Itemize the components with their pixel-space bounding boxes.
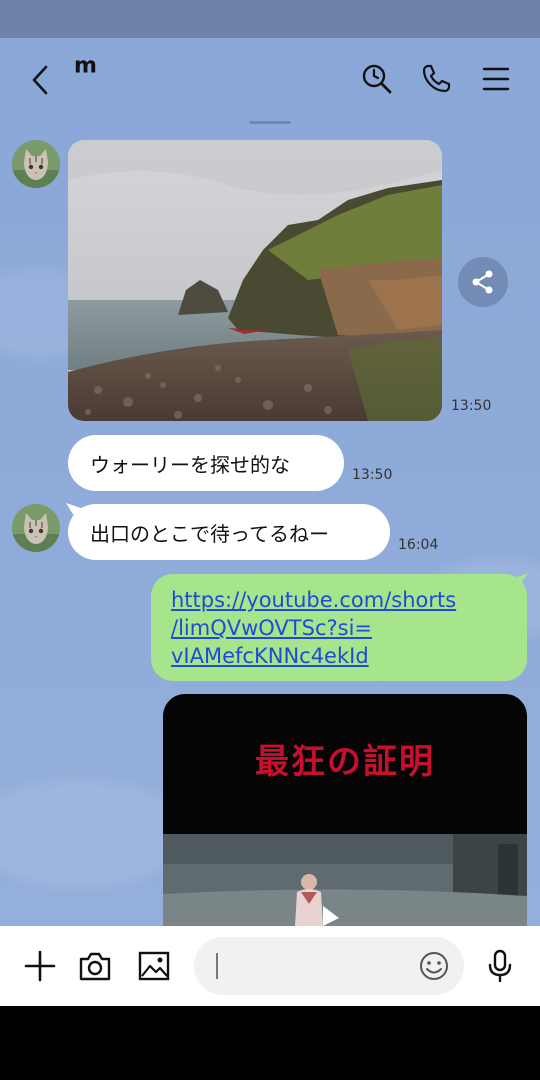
phone-icon[interactable] <box>420 63 452 95</box>
menu-icon[interactable] <box>480 63 512 95</box>
back-chevron-icon[interactable] <box>28 64 52 96</box>
cat-avatar-icon <box>12 504 60 552</box>
video-preview[interactable]: 最狂の証明 <box>163 694 527 926</box>
chat-title: m <box>74 53 97 79</box>
message-bubble[interactable]: 出口のとこで待ってるねー <box>68 504 390 560</box>
avatar[interactable] <box>12 140 60 188</box>
video-thumbnail <box>163 834 527 926</box>
video-title: 最狂の証明 <box>255 742 435 782</box>
timestamp: 16:04 <box>398 537 439 553</box>
link-message[interactable]: https://youtube.com/shorts /limQVwOVTSc?… <box>151 574 527 681</box>
message-text: ウォーリーを探せ的な <box>90 452 290 477</box>
link-line[interactable]: /limQVwOVTSc?si= <box>171 614 507 642</box>
emoji-icon[interactable] <box>418 950 450 982</box>
add-icon[interactable] <box>22 948 58 984</box>
system-nav-bar <box>0 1006 540 1080</box>
camera-icon[interactable] <box>77 948 113 984</box>
share-button[interactable] <box>458 257 508 307</box>
message-text: 出口のとこで待ってるねー <box>90 521 329 546</box>
input-bar <box>0 926 540 1006</box>
link-line[interactable]: vIAMefcKNNc4ekId <box>171 642 507 670</box>
message-bubble[interactable]: ウォーリーを探せ的な <box>68 435 344 491</box>
scroll-handle <box>249 121 291 124</box>
microphone-icon[interactable] <box>482 948 518 984</box>
search-icon[interactable] <box>361 63 393 95</box>
coastline-photo <box>68 140 442 421</box>
link-line[interactable]: https://youtube.com/shorts <box>171 586 507 614</box>
chat-header <box>0 38 540 122</box>
avatar[interactable] <box>12 504 60 552</box>
message-input[interactable] <box>194 937 464 995</box>
photo-message[interactable] <box>68 140 442 421</box>
image-icon[interactable] <box>136 948 172 984</box>
timestamp: 13:50 <box>451 398 492 414</box>
text-caret <box>216 953 218 979</box>
status-bar <box>0 0 540 38</box>
cat-avatar-icon <box>12 140 60 188</box>
timestamp: 13:50 <box>352 467 393 483</box>
share-icon <box>472 270 493 294</box>
